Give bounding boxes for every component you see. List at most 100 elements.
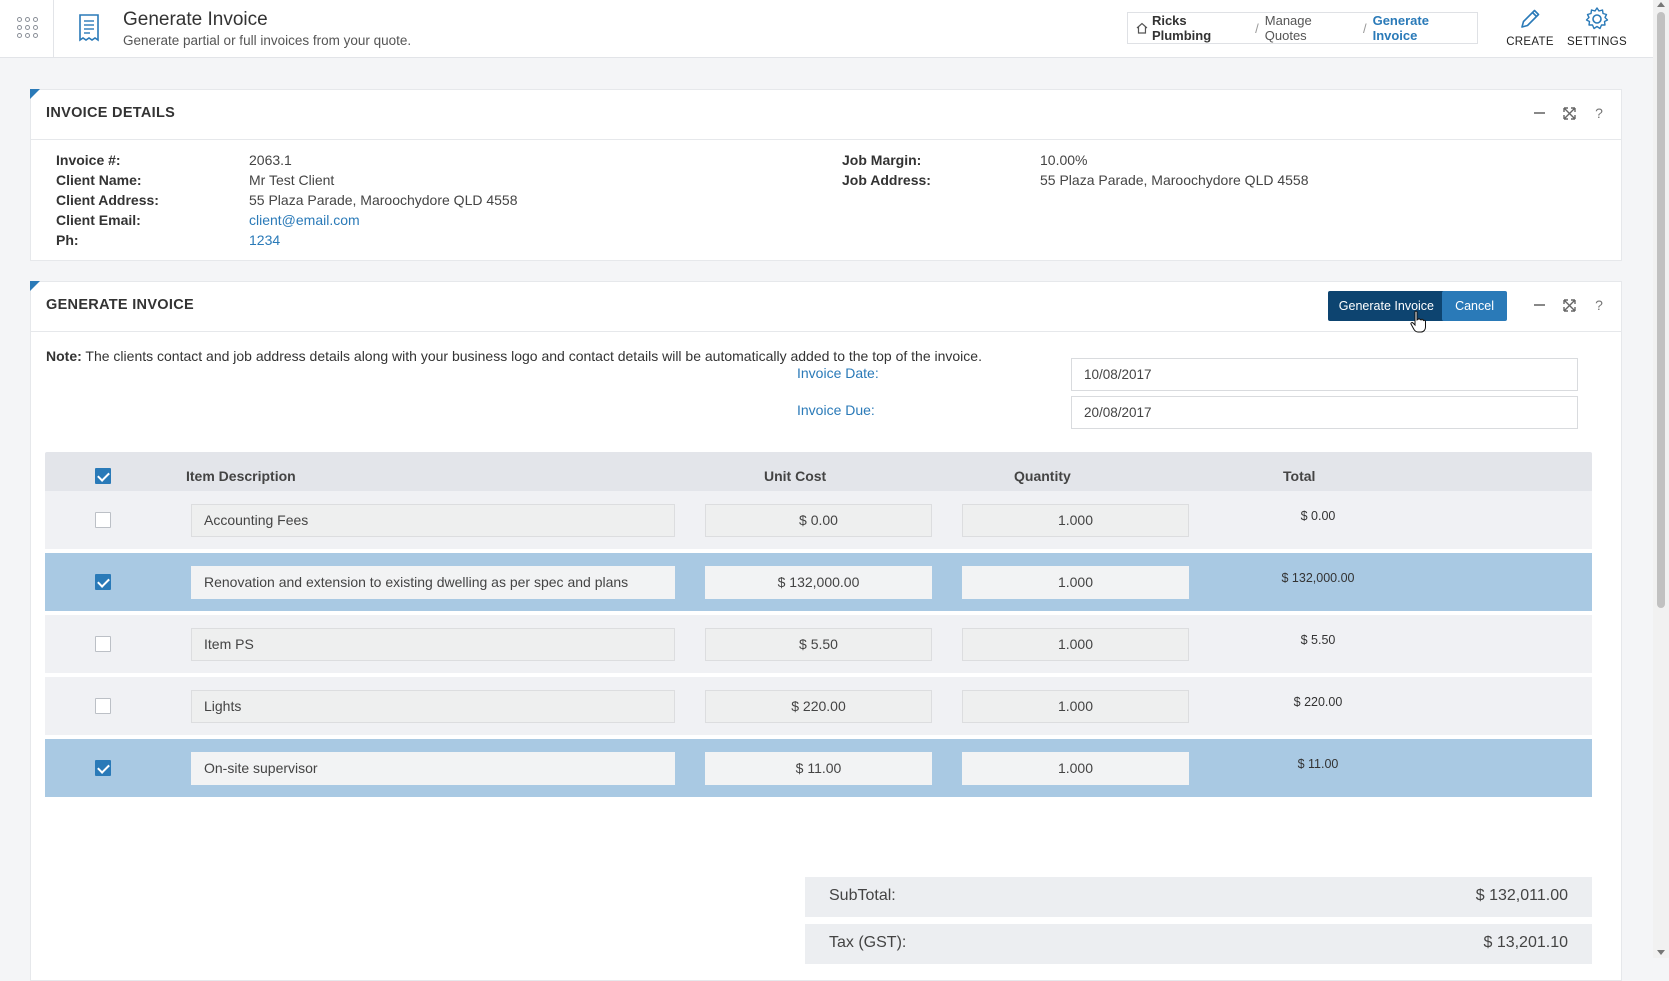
invoice-due-input[interactable]: 20/08/2017 xyxy=(1071,396,1578,429)
scroll-up-icon[interactable] xyxy=(1657,2,1665,7)
invoice-due-label: Invoice Due: xyxy=(797,402,875,418)
page-subtitle: Generate partial or full invoices from y… xyxy=(123,33,412,48)
item-description-input[interactable]: Accounting Fees xyxy=(191,504,675,537)
pencil-icon xyxy=(1521,9,1540,28)
minimize-icon[interactable] xyxy=(1531,297,1547,313)
row-total: $ 0.00 xyxy=(1300,509,1336,523)
unit-cost-input[interactable]: $ 11.00 xyxy=(705,752,932,785)
unit-cost-input[interactable]: $ 132,000.00 xyxy=(705,566,932,599)
table-row: Lights $ 220.00 1.000 $ 220.00 xyxy=(45,677,1592,735)
unit-cost-input[interactable]: $ 0.00 xyxy=(705,504,932,537)
scrollbar-thumb[interactable] xyxy=(1657,12,1665,608)
quantity-input[interactable]: 1.000 xyxy=(962,690,1189,723)
item-description-input[interactable]: Lights xyxy=(191,690,675,723)
client-name: Mr Test Client xyxy=(249,172,335,188)
row-checkbox[interactable] xyxy=(95,512,111,528)
quantity-input[interactable]: 1.000 xyxy=(962,752,1189,785)
quantity-input[interactable]: 1.000 xyxy=(962,566,1189,599)
create-label: CREATE xyxy=(1506,36,1554,48)
job-address: 55 Plaza Parade, Maroochydore QLD 4558 xyxy=(1040,172,1309,188)
fullscreen-icon[interactable] xyxy=(1561,297,1577,313)
panel-controls: ? xyxy=(1531,105,1607,121)
hand-cursor-icon xyxy=(1410,310,1426,333)
invoice-number-label: Invoice #: xyxy=(56,152,121,168)
create-button[interactable]: CREATE xyxy=(1498,4,1562,54)
breadcrumb: Ricks Plumbing / Manage Quotes / Generat… xyxy=(1127,12,1478,44)
invoice-number: 2063.1 xyxy=(249,152,292,168)
generate-invoice-button[interactable]: Generate Invoice xyxy=(1327,291,1445,321)
tax-label: Tax (GST): xyxy=(829,934,907,951)
item-description-input[interactable]: On-site supervisor xyxy=(191,752,675,785)
invoice-note: Note: The clients contact and job addres… xyxy=(46,348,982,364)
scroll-down-icon[interactable] xyxy=(1657,950,1665,955)
item-description-input[interactable]: Item PS xyxy=(191,628,675,661)
row-checkbox[interactable] xyxy=(95,698,111,714)
row-checkbox[interactable] xyxy=(95,760,111,776)
row-total: $ 132,000.00 xyxy=(1281,571,1355,585)
tax-value: $ 13,201.10 xyxy=(1483,934,1568,951)
subtotal-row: SubTotal: $ 132,011.00 xyxy=(805,877,1592,917)
client-address-label: Client Address: xyxy=(56,192,159,208)
quantity-input[interactable]: 1.000 xyxy=(962,504,1189,537)
job-margin: 10.00% xyxy=(1040,152,1088,168)
cancel-button[interactable]: Cancel xyxy=(1442,291,1507,321)
settings-button[interactable]: SETTINGS xyxy=(1565,4,1629,54)
row-total: $ 11.00 xyxy=(1297,757,1339,771)
invoice-date-input[interactable]: 10/08/2017 xyxy=(1071,358,1578,391)
unit-cost-input[interactable]: $ 220.00 xyxy=(705,690,932,723)
unit-cost-input[interactable]: $ 5.50 xyxy=(705,628,932,661)
row-total: $ 5.50 xyxy=(1300,633,1336,647)
panel-title: GENERATE INVOICE xyxy=(46,297,194,313)
help-icon[interactable]: ? xyxy=(1591,297,1607,313)
select-all-checkbox[interactable] xyxy=(95,468,111,484)
breadcrumb-current: Generate Invoice xyxy=(1372,13,1429,43)
breadcrumb-separator: / xyxy=(1255,20,1259,36)
table-row: On-site supervisor $ 11.00 1.000 $ 11.00 xyxy=(45,739,1592,797)
invoice-details-panel: INVOICE DETAILS ? Invoice #: 2063.1 Clien… xyxy=(30,89,1622,261)
settings-label: SETTINGS xyxy=(1567,36,1627,48)
job-margin-label: Job Margin: xyxy=(842,152,922,168)
page-title: Generate Invoice xyxy=(123,9,268,30)
breadcrumb-manage-quotes-link[interactable]: Manage Quotes xyxy=(1265,13,1357,43)
job-details: Job Margin: 10.00% Job Address: 55 Plaza P… xyxy=(842,150,1309,190)
home-icon xyxy=(1136,22,1148,34)
breadcrumb-separator: / xyxy=(1362,20,1367,36)
fullscreen-icon[interactable] xyxy=(1561,105,1577,121)
page-scrollbar[interactable] xyxy=(1653,0,1669,958)
item-description-input[interactable]: Renovation and extension to existing dwe… xyxy=(191,566,675,599)
client-email-label: Client Email: xyxy=(56,212,141,228)
subtotal-label: SubTotal: xyxy=(829,887,896,904)
header-item-description: Item Description xyxy=(186,468,296,484)
note-text: The clients contact and job address deta… xyxy=(81,348,982,364)
row-checkbox[interactable] xyxy=(95,574,111,590)
header-quantity: Quantity xyxy=(1014,468,1071,484)
invoice-date-label: Invoice Date: xyxy=(797,365,879,381)
header-unit-cost: Unit Cost xyxy=(764,468,827,484)
table-row: Renovation and extension to existing dwe… xyxy=(45,553,1592,611)
job-address-label: Job Address: xyxy=(842,172,931,188)
top-bar: Generate Invoice Generate partial or ful… xyxy=(0,0,1653,58)
panel-controls: ? xyxy=(1531,297,1607,313)
header-total: Total xyxy=(1283,468,1316,484)
panel-header: INVOICE DETAILS ? xyxy=(31,90,1621,140)
client-details: Invoice #: 2063.1 Client Name: Mr Test Cli… xyxy=(56,150,518,250)
phone-link[interactable]: 1234 xyxy=(249,232,280,248)
client-name-label: Client Name: xyxy=(56,172,142,188)
minimize-icon[interactable] xyxy=(1531,105,1547,121)
panel-title: INVOICE DETAILS xyxy=(46,105,176,121)
quantity-input[interactable]: 1.000 xyxy=(962,628,1189,661)
grid-icon xyxy=(17,17,39,39)
breadcrumb-home-link[interactable]: Ricks Plumbing xyxy=(1152,13,1249,43)
note-label: Note: xyxy=(46,348,82,364)
client-email-link[interactable]: client@email.com xyxy=(249,212,360,228)
client-address: 55 Plaza Parade, Maroochydore QLD 4558 xyxy=(249,192,518,208)
panel-header: GENERATE INVOICE Generate Invoice Cancel… xyxy=(31,282,1621,332)
invoice-icon xyxy=(79,14,99,42)
table-row: Accounting Fees $ 0.00 1.000 $ 0.00 xyxy=(45,491,1592,549)
help-icon[interactable]: ? xyxy=(1591,105,1607,121)
tax-row: Tax (GST): $ 13,201.10 xyxy=(805,924,1592,964)
app-launcher-button[interactable] xyxy=(0,0,54,57)
phone-label: Ph: xyxy=(56,232,79,248)
subtotal-value: $ 132,011.00 xyxy=(1475,887,1568,904)
row-checkbox[interactable] xyxy=(95,636,111,652)
